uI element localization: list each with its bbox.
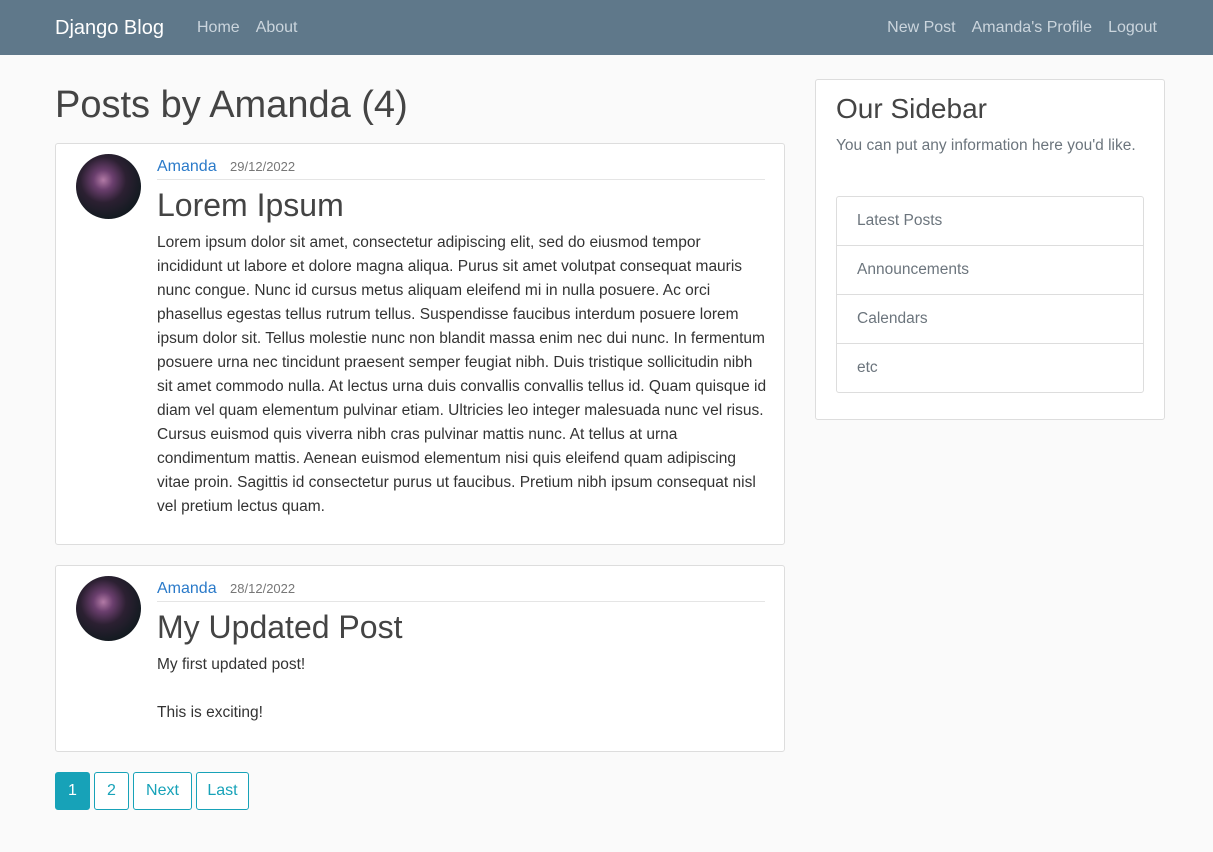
- nav-home-link[interactable]: Home: [197, 17, 240, 39]
- nav-right-links: New Post Amanda's Profile Logout: [887, 17, 1157, 39]
- sidebar-description: You can put any information here you'd l…: [836, 137, 1136, 154]
- page-1-button[interactable]: 1: [55, 772, 90, 810]
- nav-about-link[interactable]: About: [256, 17, 298, 39]
- nav-new-post-link[interactable]: New Post: [887, 17, 955, 39]
- page-title: Posts by Amanda (4): [55, 84, 408, 126]
- top-navbar: Django Blog Home About New Post Amanda's…: [0, 0, 1213, 55]
- brand-link[interactable]: Django Blog: [55, 15, 164, 41]
- post-content: Lorem ipsum dolor sit amet, consectetur …: [157, 234, 767, 515]
- post-date: 28/12/2022: [230, 581, 296, 596]
- post-author-link[interactable]: Amanda: [157, 580, 217, 597]
- nav-left-links: Home About: [197, 17, 298, 39]
- post-content-paragraph: My first updated post!: [157, 656, 306, 673]
- sidebar-title: Our Sidebar: [836, 93, 987, 124]
- post-date: 29/12/2022: [230, 159, 296, 174]
- sidebar-item-latest-posts[interactable]: Latest Posts: [837, 197, 1143, 246]
- next-page-button[interactable]: Next: [133, 772, 192, 810]
- post-title-link[interactable]: Lorem Ipsum: [157, 185, 344, 225]
- author-avatar: [76, 154, 141, 219]
- sidebar-list: Latest Posts Announcements Calendars etc: [836, 196, 1144, 393]
- post-card: Amanda 29/12/2022 Lorem Ipsum Lorem ipsu…: [55, 143, 785, 545]
- sidebar-item-announcements[interactable]: Announcements: [837, 246, 1143, 295]
- last-page-button[interactable]: Last: [196, 772, 249, 810]
- page-2-button[interactable]: 2: [94, 772, 129, 810]
- author-avatar: [76, 576, 141, 641]
- nav-logout-link[interactable]: Logout: [1108, 17, 1157, 39]
- post-meta: Amanda 28/12/2022: [157, 578, 765, 602]
- post-content-paragraph: This is exciting!: [157, 704, 263, 721]
- sidebar: Our Sidebar You can put any information …: [815, 79, 1165, 420]
- post-card: Amanda 28/12/2022 My Updated Post My fir…: [55, 565, 785, 752]
- post-author-link[interactable]: Amanda: [157, 158, 217, 175]
- sidebar-item-calendars[interactable]: Calendars: [837, 295, 1143, 344]
- post-title-link[interactable]: My Updated Post: [157, 607, 402, 647]
- nav-profile-link[interactable]: Amanda's Profile: [972, 17, 1092, 39]
- sidebar-item-etc[interactable]: etc: [837, 344, 1143, 392]
- post-meta: Amanda 29/12/2022: [157, 156, 765, 180]
- pagination: 1 2 Next Last: [55, 772, 249, 810]
